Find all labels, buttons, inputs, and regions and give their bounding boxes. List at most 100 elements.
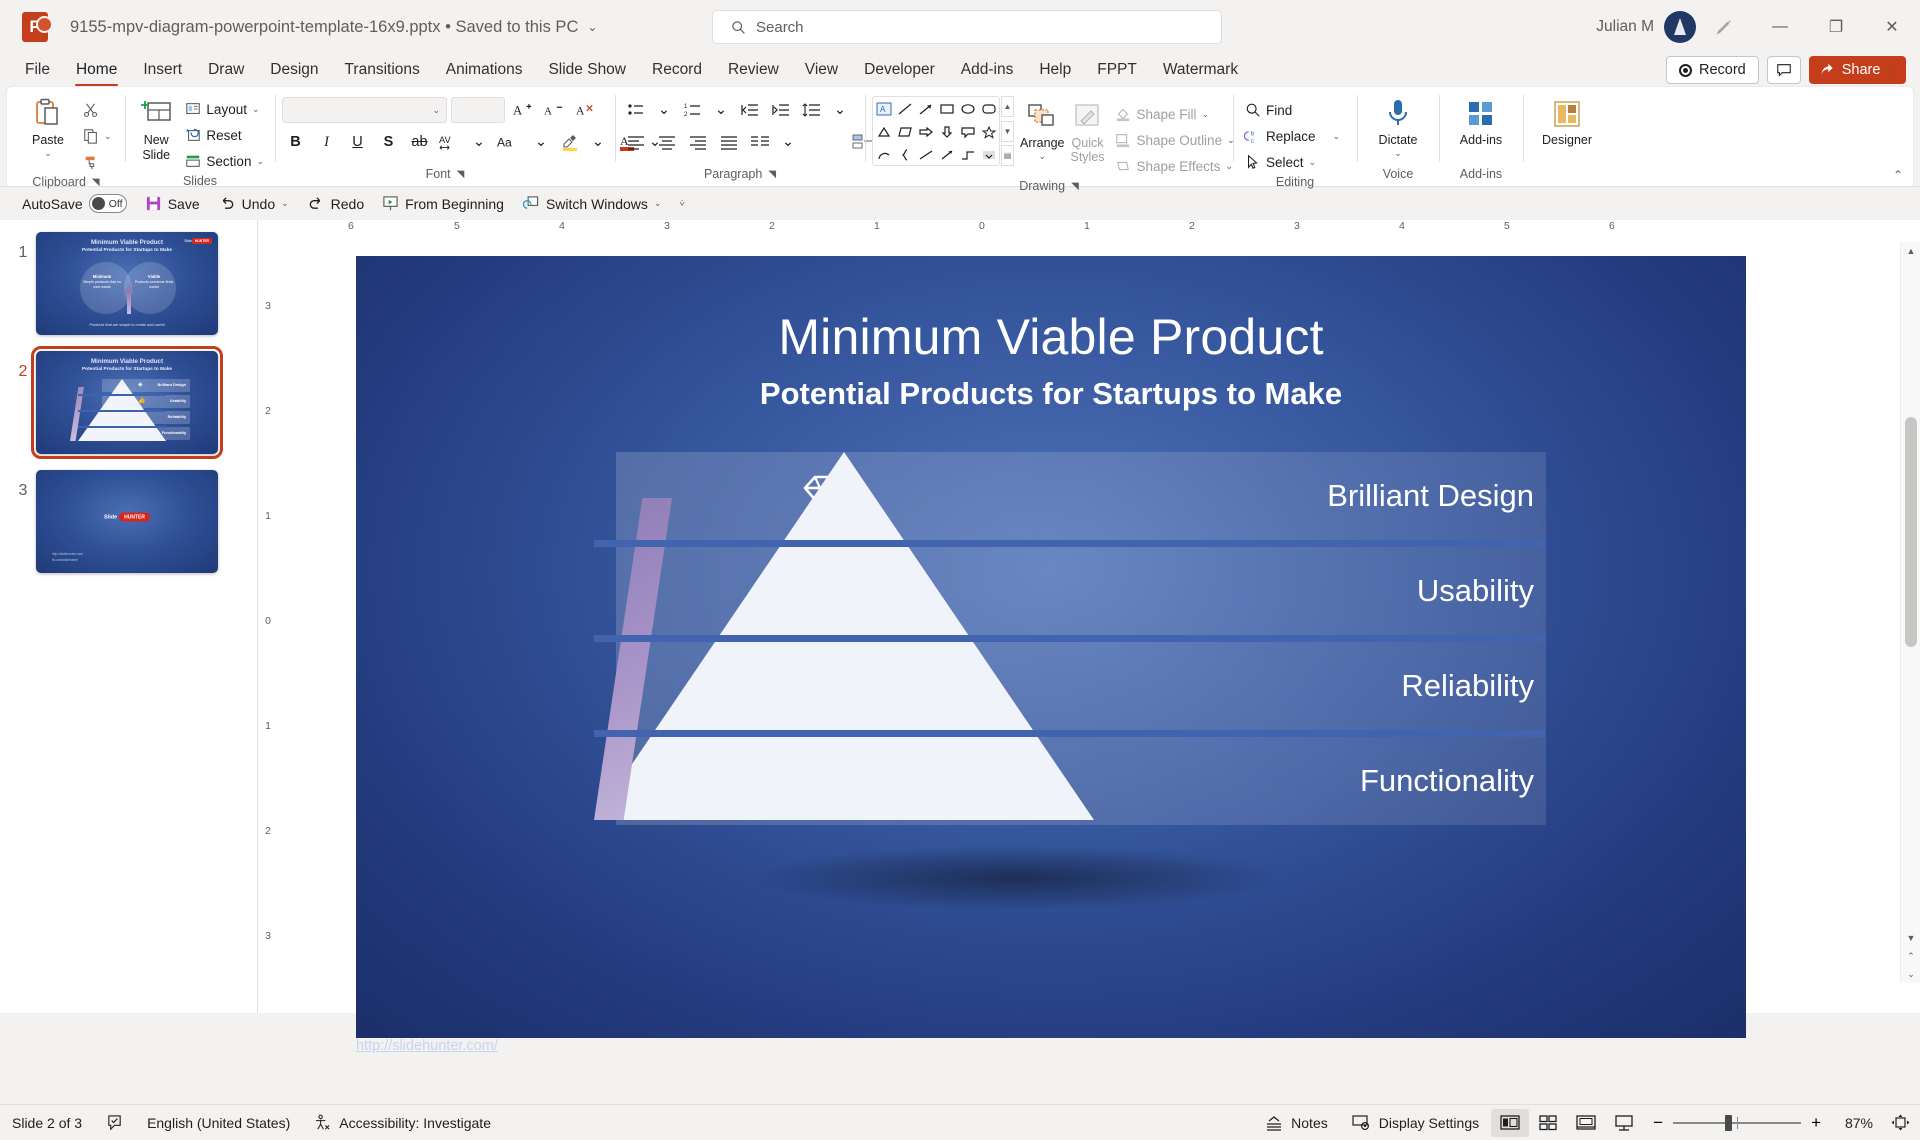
bullets-chevron-down-icon[interactable]: ⌄ (653, 97, 675, 123)
arrange-button[interactable]: Arrange ⌄ (1020, 96, 1064, 162)
switch-windows-button[interactable]: Switch Windows ⌄ (514, 190, 669, 218)
slide-title[interactable]: Minimum Viable Product (356, 308, 1746, 366)
thumbnail-row-2[interactable]: 2 Minimum Viable Product Potential Produ… (0, 346, 257, 459)
select-chevron-down-icon[interactable]: ⌄ (1309, 157, 1317, 168)
record-button[interactable]: Record (1666, 56, 1759, 84)
increase-indent-button[interactable] (767, 97, 794, 123)
shape-textbox-icon[interactable]: A (873, 97, 894, 120)
shape-brace-icon[interactable] (894, 143, 915, 165)
font-name-combobox[interactable]: ⌄ (282, 97, 447, 123)
tab-view[interactable]: View (792, 54, 851, 86)
tab-developer[interactable]: Developer (851, 54, 948, 86)
thumbnail-row-3[interactable]: 3 Slide HUNTER http://slidehunter.com/ f… (0, 470, 257, 573)
justify-button[interactable] (715, 129, 742, 155)
arrange-chevron-down-icon[interactable]: ⌄ (1038, 151, 1046, 162)
tab-insert[interactable]: Insert (130, 54, 195, 86)
text-highlight-color-button[interactable] (556, 129, 583, 155)
zoom-in-button[interactable]: + (1811, 1113, 1821, 1133)
slide-thumbnail-pane[interactable]: 1 Minimum Viable Product Potential Produ… (0, 220, 258, 1013)
align-right-button[interactable] (684, 129, 711, 155)
from-beginning-button[interactable]: From Beginning (374, 190, 512, 218)
bullets-button[interactable] (622, 97, 649, 123)
comments-button[interactable] (1766, 56, 1801, 84)
slide-sorter-view-button[interactable] (1529, 1109, 1567, 1137)
shape-line-icon[interactable] (894, 97, 915, 120)
align-left-button[interactable] (622, 129, 649, 155)
tab-draw[interactable]: Draw (195, 54, 257, 86)
character-spacing-button[interactable]: AV (437, 129, 464, 155)
tab-animations[interactable]: Animations (433, 54, 536, 86)
clipboard-dialog-launcher[interactable]: ◥ (92, 177, 100, 188)
section-chevron-down-icon[interactable]: ⌄ (256, 156, 264, 167)
switch-windows-chevron-down-icon[interactable]: ⌄ (654, 198, 662, 209)
slide-show-view-button[interactable] (1605, 1109, 1643, 1137)
previous-slide-icon[interactable]: ⌃ (1901, 947, 1920, 965)
dictate-chevron-down-icon[interactable]: ⌄ (1394, 148, 1402, 159)
tab-record[interactable]: Record (639, 54, 715, 86)
quick-styles-button[interactable]: Quick Styles (1070, 96, 1105, 165)
drawing-dialog-launcher[interactable]: ◥ (1071, 181, 1079, 192)
pen-ribbon-display-icon[interactable] (1696, 4, 1752, 50)
reading-view-button[interactable] (1567, 1109, 1605, 1137)
autosave-toggle[interactable]: Off (88, 194, 127, 213)
qat-more-button[interactable]: ⩒ (671, 190, 692, 218)
gallery-scroll-up-icon[interactable]: ▲ (1001, 96, 1014, 117)
tab-design[interactable]: Design (257, 54, 331, 86)
clear-formatting-button[interactable]: A (571, 97, 598, 123)
shape-fill-chevron-down-icon[interactable]: ⌄ (1202, 109, 1210, 120)
fit-to-window-button[interactable] (1891, 1114, 1910, 1131)
zoom-slider-control[interactable]: − + 87% (1643, 1113, 1920, 1133)
tab-help[interactable]: Help (1026, 54, 1084, 86)
horizontal-ruler[interactable]: 6 5 4 3 2 1 0 1 2 3 4 5 6 (258, 220, 1898, 240)
format-painter-button[interactable] (78, 149, 116, 175)
undo-chevron-down-icon[interactable]: ⌄ (281, 198, 289, 209)
font-name-chevron-down-icon[interactable]: ⌄ (432, 105, 440, 116)
avatar[interactable] (1664, 11, 1696, 43)
slide-hyperlink[interactable]: http://slidehunter.com/ (356, 1038, 498, 1054)
character-spacing-chevron-down-icon[interactable]: ⌄ (468, 129, 490, 155)
tab-file[interactable]: File (12, 54, 63, 86)
canvas-vertical-scrollbar[interactable]: ▲ ▼ ⌃ ⌄ (1900, 242, 1920, 983)
title-dropdown-icon[interactable]: ⌄ (587, 20, 597, 34)
columns-button[interactable] (746, 129, 773, 155)
zoom-percentage[interactable]: 87% (1831, 1115, 1873, 1131)
bold-button[interactable]: B (282, 129, 309, 155)
tab-add-ins[interactable]: Add-ins (948, 54, 1027, 86)
gallery-expand-icon[interactable]: ▤ (1001, 145, 1014, 166)
paste-button[interactable]: Paste ⌄ (18, 93, 78, 159)
paste-chevron-down-icon[interactable]: ⌄ (44, 148, 52, 159)
scroll-down-icon[interactable]: ▼ (1901, 929, 1920, 947)
replace-chevron-down-icon[interactable]: ⌄ (1333, 131, 1341, 142)
shapes-gallery-scroll[interactable]: ▲ ▼ ▤ (1001, 96, 1014, 166)
spell-check-button[interactable] (94, 1114, 135, 1131)
shape-double-arrow-icon[interactable] (936, 143, 957, 165)
shape-line2-icon[interactable] (915, 143, 936, 165)
scrollbar-thumb[interactable] (1905, 417, 1917, 647)
text-shadow-button[interactable]: S (375, 129, 402, 155)
tab-slide-show[interactable]: Slide Show (535, 54, 639, 86)
minimize-button[interactable]: — (1752, 4, 1808, 50)
zoom-slider-handle[interactable] (1725, 1114, 1733, 1131)
underline-button[interactable]: U (344, 129, 371, 155)
dictate-button[interactable]: Dictate ⌄ (1368, 93, 1428, 159)
shape-effects-button[interactable]: Shape Effects ⌄ (1111, 153, 1239, 179)
zoom-out-button[interactable]: − (1653, 1113, 1663, 1133)
shape-fill-button[interactable]: Shape Fill ⌄ (1111, 101, 1239, 127)
close-button[interactable]: ✕ (1864, 4, 1920, 50)
font-size-combobox[interactable] (451, 97, 505, 123)
tab-home[interactable]: Home (63, 54, 130, 86)
shape-down-arrow-icon[interactable] (936, 120, 957, 143)
new-slide-button[interactable]: New Slide (132, 93, 180, 163)
find-button[interactable]: Find (1240, 97, 1296, 123)
shape-rounded-rect-icon[interactable] (978, 97, 999, 120)
pyramid-diagram[interactable]: Brilliant Design Usability Reliability F… (356, 452, 1746, 882)
align-center-button[interactable] (653, 129, 680, 155)
shape-connector-icon[interactable] (957, 143, 978, 165)
shape-outline-button[interactable]: Shape Outline ⌄ (1111, 127, 1239, 153)
reset-button[interactable]: Reset (180, 122, 268, 148)
shape-arc-icon[interactable] (873, 143, 894, 165)
notes-button[interactable]: Notes (1253, 1115, 1340, 1131)
tab-watermark[interactable]: Watermark (1150, 54, 1251, 86)
slide-editing-surface[interactable]: Minimum Viable Product Potential Product… (356, 256, 1746, 1038)
change-case-chevron-down-icon[interactable]: ⌄ (530, 129, 552, 155)
